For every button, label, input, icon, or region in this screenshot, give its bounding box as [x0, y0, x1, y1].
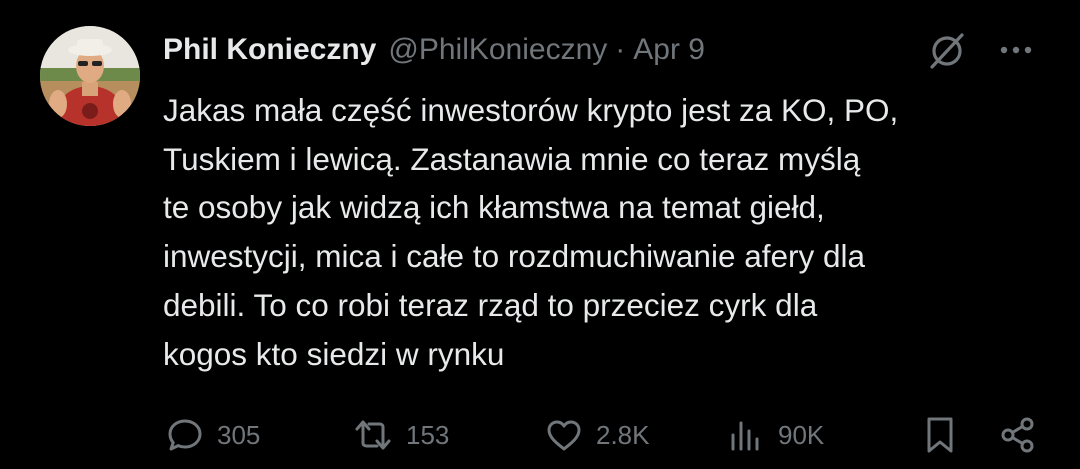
repost-count: 153 [406, 419, 450, 450]
tweet-date[interactable]: Apr 9 [633, 33, 705, 67]
reply-button[interactable]: 305 [163, 413, 260, 457]
author-display-name[interactable]: Phil Konieczny [163, 33, 376, 67]
grok-icon[interactable] [926, 30, 968, 72]
share-button[interactable] [996, 413, 1040, 457]
action-bar: 305 153 2.8K 90K [0, 413, 1080, 457]
heart-icon [542, 413, 586, 457]
reply-count: 305 [217, 419, 261, 450]
share-icon [996, 413, 1040, 457]
bookmark-icon [920, 413, 960, 457]
author-handle[interactable]: @PhilKonieczny [388, 33, 607, 67]
views-button[interactable]: 90K [724, 413, 824, 457]
tweet[interactable]: Phil Konieczny @PhilKonieczny · Apr 9 Ja… [0, 0, 1080, 469]
tweet-header: Phil Konieczny @PhilKonieczny · Apr 9 [163, 30, 705, 70]
views-count: 90K [778, 419, 825, 450]
avatar[interactable] [40, 26, 140, 126]
tweet-text: Jakas mała część inwestorów krypto jest … [163, 92, 899, 372]
separator-dot: · [615, 33, 626, 66]
repost-icon [350, 413, 396, 457]
more-icon[interactable] [996, 32, 1036, 68]
like-count: 2.8K [596, 419, 650, 450]
repost-button[interactable]: 153 [350, 413, 449, 457]
like-button[interactable]: 2.8K [542, 413, 650, 457]
bookmark-button[interactable] [920, 413, 960, 457]
reply-icon [163, 413, 207, 457]
views-icon [724, 413, 768, 457]
